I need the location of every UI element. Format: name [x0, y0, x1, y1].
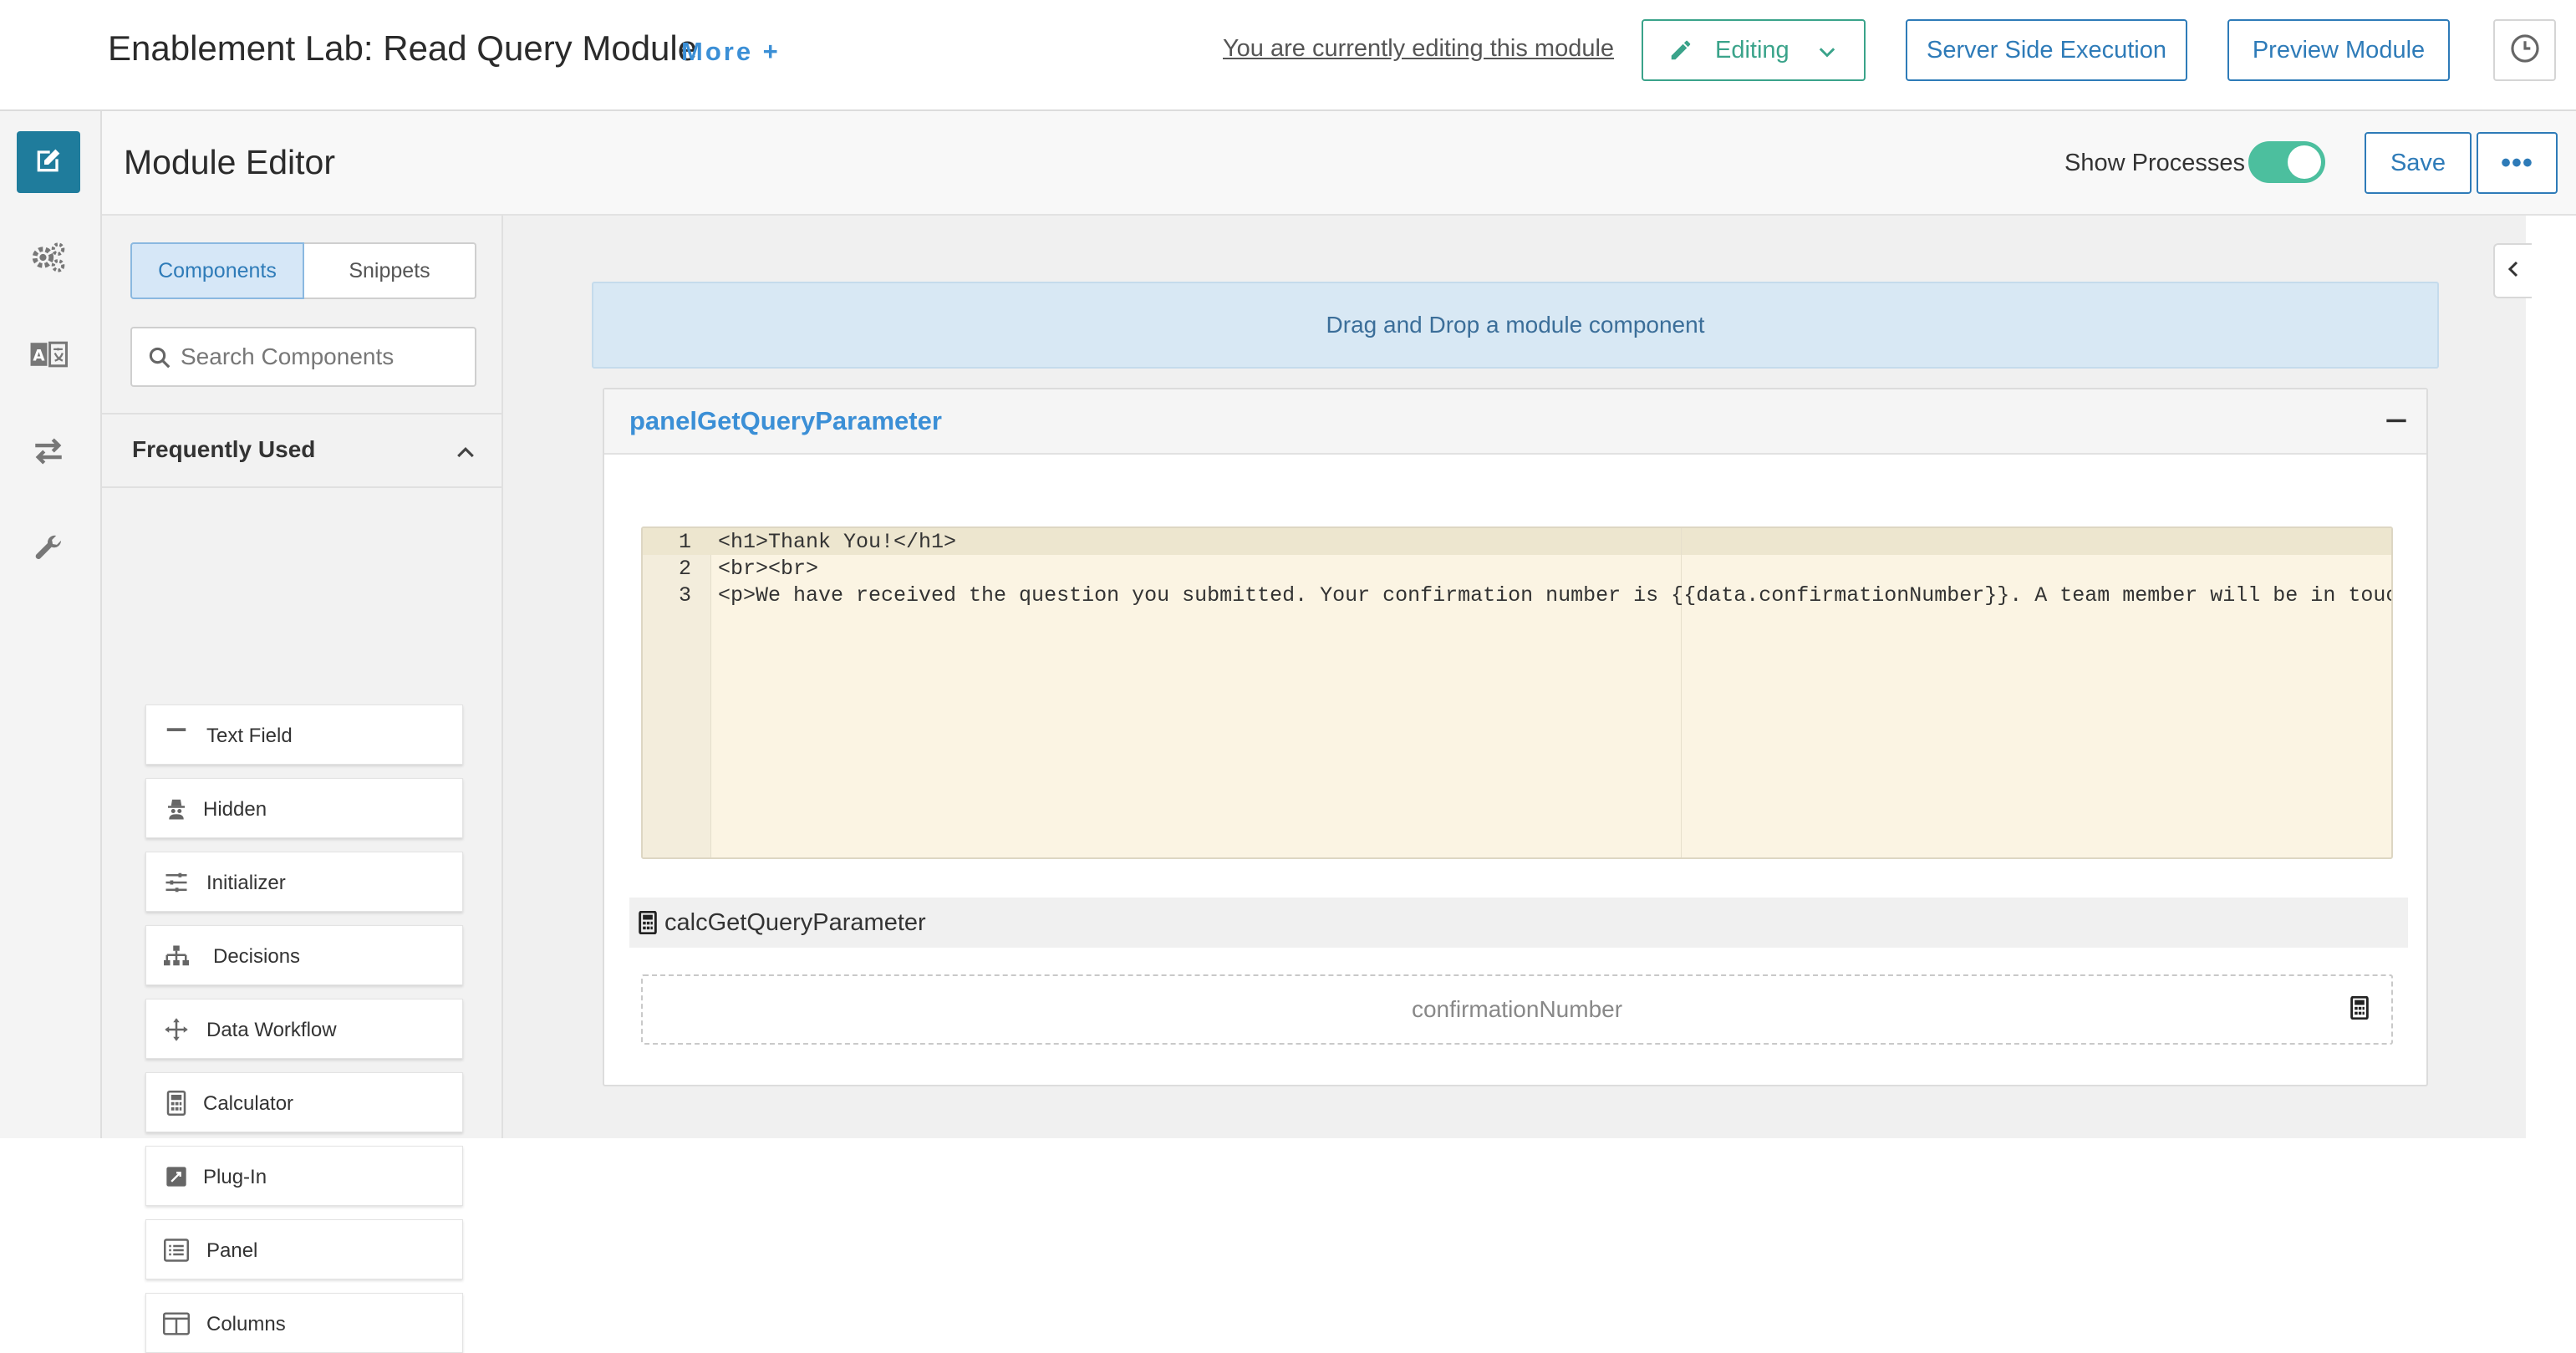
search-icon	[147, 345, 172, 374]
code-editor[interactable]: 1 2 3 <h1>Thank You!</h1> <br><br> <p>We…	[641, 526, 2393, 859]
chevron-left-icon	[2503, 258, 2523, 284]
columns-icon	[161, 1309, 191, 1339]
line-number: 1	[678, 530, 691, 554]
tab-components[interactable]: Components	[130, 242, 304, 299]
calculator-field-label: confirmationNumber	[1411, 996, 1623, 1022]
search-box	[130, 327, 476, 387]
minimize-icon[interactable]	[2385, 409, 2408, 437]
tab-snippets[interactable]: Snippets	[304, 242, 476, 299]
server-side-execution-button[interactable]: Server Side Execution	[1906, 19, 2187, 81]
chevron-down-icon	[1815, 41, 1839, 71]
code-line: <h1>Thank You!</h1>	[718, 530, 957, 554]
calculator-title: calcGetQueryParameter	[664, 909, 926, 936]
component-label: Calculator	[203, 1092, 294, 1115]
component-data-workflow[interactable]: Data Workflow	[145, 999, 463, 1059]
component-decisions[interactable]: Decisions	[145, 925, 463, 985]
component-label: Panel	[206, 1239, 258, 1262]
components-sidebar: Components Snippets Frequently Used Text…	[102, 216, 503, 1353]
calculator-icon	[161, 1088, 191, 1118]
search-components-input[interactable]	[181, 340, 465, 374]
more-options-button[interactable]: •••	[2477, 132, 2558, 194]
svg-text:A: A	[33, 347, 45, 364]
component-initializer[interactable]: Initializer	[145, 852, 463, 912]
line-number: 2	[678, 557, 691, 581]
plugin-icon	[161, 1162, 191, 1192]
component-text-field[interactable]: Text Field	[145, 704, 463, 765]
arrows-move-icon	[161, 1015, 191, 1045]
calculator-header[interactable]: calcGetQueryParameter	[629, 898, 2408, 948]
show-processes-label: Show Processes	[2064, 150, 2245, 176]
edit-icon	[32, 144, 65, 181]
save-button[interactable]: Save	[2365, 132, 2472, 194]
editing-label: Editing	[1715, 37, 1789, 64]
editor-title: Module Editor	[124, 143, 335, 181]
frequently-used-header[interactable]: Frequently Used	[102, 413, 503, 488]
right-gutter	[2526, 216, 2576, 1138]
preview-module-button[interactable]: Preview Module	[2227, 19, 2450, 81]
wrench-icon	[32, 532, 65, 569]
translate-icon: A	[29, 341, 68, 372]
clock-icon	[2509, 33, 2541, 69]
line-number: 3	[678, 583, 691, 608]
component-label: Decisions	[213, 945, 301, 968]
component-columns[interactable]: Columns	[145, 1293, 463, 1353]
sidebar-tabs: Components Snippets	[130, 242, 476, 299]
icon-rail: A	[0, 111, 102, 1138]
editing-status-link[interactable]: You are currently editing this module	[1223, 35, 1614, 63]
component-calculator[interactable]: Calculator	[145, 1072, 463, 1132]
top-header: Enablement Lab: Read Query Module More +…	[0, 0, 2576, 111]
frequently-used-title: Frequently Used	[132, 436, 316, 462]
print-margin	[1681, 528, 1682, 857]
component-label: Columns	[206, 1313, 286, 1335]
gears-icon	[29, 240, 68, 279]
calculator-icon	[2349, 995, 2370, 1024]
sliders-icon	[161, 867, 191, 898]
module-title: Enablement Lab: Read Query Module	[108, 28, 698, 68]
transfer-icon	[31, 436, 66, 470]
panel-title[interactable]: panelGetQueryParameter	[629, 406, 942, 436]
component-panel[interactable]: Panel	[145, 1219, 463, 1279]
calculator-field-dropzone[interactable]: confirmationNumber	[641, 974, 2393, 1045]
component-label: Data Workflow	[206, 1019, 337, 1041]
text-field-icon	[161, 720, 191, 750]
panel-list-icon	[161, 1235, 191, 1265]
code-line: <br><br>	[718, 557, 819, 581]
rail-item-settings[interactable]	[17, 228, 80, 290]
chevron-up-icon	[453, 440, 478, 469]
panel-component: panelGetQueryParameter 1 2 3 <h1>Thank Y…	[603, 388, 2428, 1086]
component-hidden[interactable]: Hidden	[145, 778, 463, 838]
rail-item-tools[interactable]	[17, 519, 80, 581]
panel-header[interactable]: panelGetQueryParameter	[604, 389, 2426, 455]
component-label: Text Field	[206, 725, 293, 747]
sitemap-icon	[161, 941, 191, 971]
editing-dropdown[interactable]: Editing	[1642, 19, 1866, 81]
component-label: Plug-In	[203, 1166, 267, 1188]
hidden-icon	[161, 794, 191, 824]
pencil-icon	[1668, 38, 1693, 69]
show-processes-toggle[interactable]	[2248, 141, 2325, 183]
more-link[interactable]: More +	[681, 37, 781, 67]
component-plug-in[interactable]: Plug-In	[145, 1146, 463, 1206]
component-dropzone[interactable]: Drag and Drop a module component	[592, 282, 2439, 369]
code-line: <p>We have received the question you sub…	[718, 583, 2393, 608]
component-label: Hidden	[203, 798, 267, 821]
rail-item-edit[interactable]	[17, 131, 80, 193]
component-label: Initializer	[206, 872, 286, 894]
editor-header: Module Editor Show Processes Save •••	[102, 111, 2576, 216]
toggle-knob	[2288, 145, 2321, 179]
collapse-panel-button[interactable]	[2493, 243, 2532, 298]
history-button[interactable]	[2493, 19, 2556, 81]
rail-item-integrations[interactable]	[17, 422, 80, 484]
rail-item-translations[interactable]: A	[17, 325, 80, 387]
calculator-icon	[638, 910, 658, 938]
